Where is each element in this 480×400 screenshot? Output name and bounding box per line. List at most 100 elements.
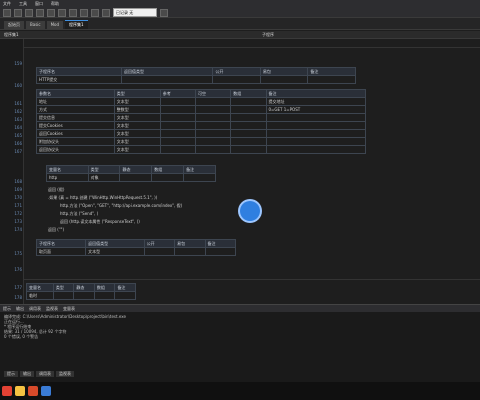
table-row[interactable]: 返回Cookies 文本型 (36, 129, 366, 138)
code-line[interactable]: http.方法 ("Send", ) (60, 211, 98, 217)
line-number: 159 (14, 61, 22, 66)
col-header: 数组 (230, 89, 267, 98)
open-icon[interactable] (14, 8, 22, 17)
table-cell[interactable] (307, 75, 356, 84)
table-row[interactable]: 临时 (26, 291, 136, 300)
param-type[interactable]: 整数型 (113, 105, 161, 114)
output-tab[interactable]: 提示 (3, 306, 11, 312)
code-line[interactable]: 返回 (假) (48, 187, 64, 193)
tab-start[interactable]: 起始页 (4, 21, 24, 29)
table-row[interactable]: 取页面 文本型 (35, 247, 237, 256)
menu-help[interactable]: 帮助 (51, 1, 59, 7)
editor-tabs: 起始页 Basic Mod 程序集1 (0, 18, 480, 30)
app-icon[interactable] (2, 386, 12, 396)
undo-icon[interactable] (69, 8, 77, 17)
bottom-tab[interactable]: 监视表 (56, 371, 74, 377)
col-header: 备注 (183, 165, 216, 174)
col-header: 子程序名 (35, 239, 87, 248)
code-line[interactable]: http.方法 ("Open", "GET", "http://api.exam… (60, 203, 182, 209)
stop-icon[interactable] (102, 8, 110, 17)
col-header: 返回值类型 (120, 67, 214, 76)
param-type[interactable]: 文本型 (113, 97, 161, 106)
run-icon[interactable] (91, 8, 99, 17)
var-name[interactable]: http (46, 173, 89, 182)
folder-icon[interactable] (15, 386, 25, 396)
param-type[interactable]: 文本型 (113, 129, 161, 138)
code-line[interactable]: .如果 (真 = http.创建 ("WinHttp.WinHttpReques… (48, 195, 157, 201)
param-type[interactable]: 文本型 (113, 145, 161, 154)
table-row[interactable]: 方式 整数型 0=GET 1=POST (36, 105, 366, 114)
col-header: 数组 (93, 283, 116, 292)
param-name[interactable]: 提交Cookies (36, 121, 115, 130)
param-name[interactable]: 地址 (36, 97, 115, 106)
save-icon[interactable] (25, 8, 33, 17)
col-header: 可空 (195, 89, 232, 98)
param-name[interactable]: 返回协议头 (36, 145, 115, 154)
menu-file[interactable]: 文件 (3, 1, 11, 7)
bottom-tab[interactable]: 输出 (20, 371, 34, 377)
table-row[interactable]: 地址 文本型 提交地址 (36, 97, 366, 106)
table-cell[interactable] (120, 75, 214, 84)
output-tab[interactable]: 调用表 (29, 306, 41, 312)
param-name[interactable]: 提交信息 (36, 113, 115, 122)
col-header: 公开 (212, 67, 261, 76)
param-name[interactable]: 方式 (36, 105, 115, 114)
output-panel-header: 提示 输出 调用表 监视表 变量表 (0, 304, 480, 312)
copy-icon[interactable] (47, 8, 55, 17)
col-header: 变量名 (46, 165, 89, 174)
col-header: 备注 (307, 67, 356, 76)
redo-icon[interactable] (80, 8, 88, 17)
output-tab[interactable]: 变量表 (63, 306, 75, 312)
code-line[interactable]: 返回 (http.读文本属性 ("ResponseText", )) (60, 219, 140, 225)
table-row[interactable]: 附加协议头 文本型 (36, 137, 366, 146)
output-tab[interactable]: 输出 (16, 306, 24, 312)
param-type[interactable]: 文本型 (113, 121, 161, 130)
var-type[interactable]: 对象 (87, 173, 121, 182)
toolbar: 已记录 无 (0, 8, 480, 18)
param-note[interactable]: 0=GET 1=POST (265, 105, 366, 114)
table-row[interactable]: 返回协议头 文本型 (36, 145, 366, 154)
col-header: 备注 (265, 89, 366, 98)
config-combo[interactable]: 已记录 无 (113, 8, 157, 17)
tab-mod[interactable]: Mod (46, 21, 64, 29)
bottom-tab[interactable]: 调用表 (36, 371, 54, 377)
col-header: 返回值类型 (85, 239, 145, 248)
col-header: 参数名 (36, 89, 115, 98)
param-type[interactable]: 文本型 (113, 113, 161, 122)
code-editor[interactable]: 子程序名 返回值类型 公开 易包 备注 HTTP提交 参数名 类型 参考 可空 … (24, 39, 480, 304)
line-number: 178 (14, 295, 22, 300)
search-icon[interactable] (160, 8, 168, 17)
cut-icon[interactable] (36, 8, 44, 17)
table-row[interactable]: http 对象 (46, 173, 216, 182)
sub-dropdown[interactable]: 子程序 (262, 32, 274, 38)
menu-window[interactable]: 窗口 (35, 1, 43, 7)
scope-dropdown[interactable]: 程序集1 (4, 32, 19, 38)
col-header: 参考 (159, 89, 197, 98)
code-line[interactable]: 返回 ("") (48, 227, 64, 233)
table-row[interactable]: 提交Cookies 文本型 (36, 121, 366, 130)
param-note[interactable]: 提交地址 (265, 97, 366, 106)
new-icon[interactable] (3, 8, 11, 17)
table-cell[interactable]: 文本型 (85, 247, 145, 256)
tab-basic[interactable]: Basic (26, 21, 45, 29)
table-row[interactable]: 提交信息 文本型 (36, 113, 366, 122)
output-tab[interactable]: 监视表 (46, 306, 58, 312)
param-type[interactable]: 文本型 (113, 137, 161, 146)
col-header: 静态 (73, 283, 95, 292)
paste-icon[interactable] (58, 8, 66, 17)
app-icon[interactable] (28, 386, 38, 396)
table-cell[interactable] (259, 75, 309, 84)
tab-program[interactable]: 程序集1 (65, 20, 88, 29)
sub-name-cell[interactable]: HTTP提交 (36, 75, 122, 84)
param-name[interactable]: 返回Cookies (36, 129, 115, 138)
sub-name-cell[interactable]: 取页面 (35, 247, 87, 256)
var-name[interactable]: 临时 (26, 291, 54, 300)
line-number: 162 (14, 109, 22, 114)
browser-icon[interactable] (41, 386, 51, 396)
line-number: 169 (14, 187, 22, 192)
param-name[interactable]: 附加协议头 (36, 137, 115, 146)
bottom-tab[interactable]: 提示 (4, 371, 18, 377)
col-header: 易包 (259, 67, 309, 76)
menu-tools[interactable]: 工具 (19, 1, 27, 7)
table-cell[interactable] (212, 75, 261, 84)
